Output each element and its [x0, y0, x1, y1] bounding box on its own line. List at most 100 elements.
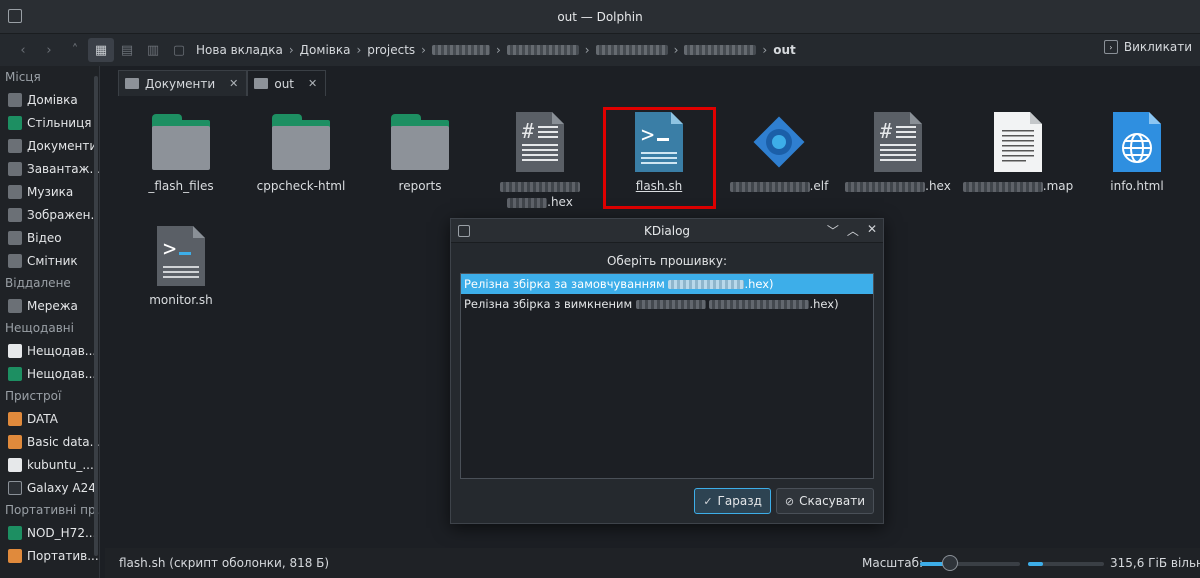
file-item[interactable]: .elf: [719, 112, 839, 194]
zoom-slider[interactable]: [920, 562, 1020, 566]
sidebar-item[interactable]: Документи: [0, 134, 99, 157]
ok-button[interactable]: ✓ Гаразд: [694, 488, 771, 514]
place-icon: [8, 115, 22, 130]
file-name: .elf: [719, 178, 839, 194]
toolbar: ‹ › ˄ ▦ ▤ ▥ ▢ Нова вкладка › Домівка › p…: [0, 34, 1200, 66]
breadcrumb-separator-icon: ›: [673, 43, 679, 57]
breadcrumb-redacted[interactable]: [595, 45, 668, 55]
file-name: .map: [958, 178, 1078, 194]
breadcrumb-separator-icon: ›: [421, 43, 426, 57]
free-space-label: 315,6 ГіБ вільно: [1110, 556, 1200, 570]
folder-icon: [152, 114, 210, 172]
file-item[interactable]: cppcheck-html: [241, 114, 361, 194]
call-button[interactable]: › Викликати: [1103, 40, 1192, 54]
sidebar-item[interactable]: Galaxy A24: [0, 476, 99, 499]
new-tab-icon[interactable]: ▢: [166, 38, 192, 62]
breadcrumb-redacted[interactable]: [431, 45, 490, 55]
sidebar-item[interactable]: Завантаж...: [0, 157, 99, 180]
breadcrumb-current[interactable]: out: [769, 43, 800, 57]
text-file-icon: [994, 112, 1042, 172]
sidebar-item[interactable]: Смітник: [0, 249, 99, 272]
breadcrumb-separator-icon: ›: [356, 43, 362, 57]
icons-view-icon[interactable]: ▦: [88, 38, 114, 62]
firmware-list[interactable]: Релізна збірка за замовчуванням .hex) Ре…: [460, 273, 874, 479]
elf-executable-icon: [753, 112, 805, 172]
dialog-prompt: Оберіть прошивку:: [606, 254, 728, 268]
sidebar-item[interactable]: Basic data...: [0, 430, 99, 453]
compact-view-icon[interactable]: ▤: [114, 38, 140, 62]
sidebar-item[interactable]: Зображен...: [0, 203, 99, 226]
sidebar-scrollbar[interactable]: [94, 76, 98, 556]
sidebar-item[interactable]: kubuntu_...: [0, 453, 99, 476]
details-view-icon[interactable]: ▥: [140, 38, 166, 62]
file-name: monitor.sh: [149, 293, 213, 307]
breadcrumb-redacted[interactable]: [684, 45, 757, 55]
file-name: info.html: [1110, 179, 1164, 193]
folder-icon: [125, 78, 139, 89]
list-item[interactable]: Релізна збірка за замовчуванням .hex): [461, 274, 873, 294]
breadcrumb-separator-icon: ›: [584, 43, 590, 57]
file-item[interactable]: # .hex: [838, 112, 958, 194]
list-item[interactable]: Релізна збірка з вимкненим .hex): [461, 294, 873, 314]
close-icon[interactable]: ✕: [308, 77, 317, 90]
call-button-label: Викликати: [1123, 40, 1192, 54]
back-arrow-icon[interactable]: ‹: [10, 38, 36, 62]
file-item[interactable]: reports: [360, 114, 480, 194]
sidebar-item-label: Домівка: [27, 92, 78, 107]
breadcrumb-separator-icon: ›: [762, 43, 768, 57]
breadcrumb-new-tab[interactable]: Нова вкладка: [192, 43, 287, 57]
up-arrow-icon[interactable]: ˄: [62, 38, 88, 62]
breadcrumb-separator-icon: ›: [495, 43, 501, 57]
sidebar-item-label: Зображен...: [27, 207, 99, 222]
hex-file-icon: #: [516, 112, 564, 172]
sidebar-item[interactable]: Відео: [0, 226, 99, 249]
sidebar-section-title: Портативні пр...: [5, 503, 100, 517]
app-menu-icon[interactable]: [8, 9, 22, 23]
place-icon: [8, 480, 22, 495]
close-icon[interactable]: ✕: [229, 77, 238, 90]
tab-documents[interactable]: Документи ✕: [118, 70, 248, 96]
sidebar-item[interactable]: Портатив...: [0, 544, 99, 567]
tab-out[interactable]: out ✕: [247, 70, 327, 96]
place-icon: [8, 298, 22, 313]
tab-label: Документи: [145, 76, 216, 91]
sidebar-section-title: Пристрої: [5, 389, 62, 403]
sidebar-item[interactable]: Домівка: [0, 88, 99, 111]
place-icon: [8, 548, 22, 563]
sidebar-item-label: Galaxy A24: [27, 480, 96, 495]
sidebar-item-label: Портатив...: [27, 548, 99, 563]
breadcrumb-separator-icon: ›: [288, 43, 294, 57]
breadcrumb-redacted[interactable]: [506, 45, 579, 55]
breadcrumb-home[interactable]: Домівка: [296, 43, 355, 57]
window-titlebar: out — Dolphin: [0, 0, 1200, 34]
terminal-icon: ›: [1103, 40, 1118, 54]
file-item[interactable]: # .hex: [480, 112, 600, 210]
shell-script-icon: >: [157, 226, 205, 286]
file-item[interactable]: info.html: [1077, 112, 1197, 194]
file-name: .hex: [838, 178, 958, 194]
checkmark-icon: ✓: [703, 494, 713, 508]
sidebar-item[interactable]: Мережа: [0, 294, 99, 317]
sidebar-item[interactable]: NOD_H72...: [0, 521, 99, 544]
sidebar-item-label: Документи: [27, 138, 98, 153]
html-globe-icon: [1113, 112, 1161, 172]
sidebar-item[interactable]: Стільниця: [0, 111, 99, 134]
file-name: _flash_files: [148, 179, 214, 193]
sidebar-item[interactable]: Нещодав...: [0, 362, 99, 385]
file-item[interactable]: .map: [958, 112, 1078, 194]
file-item[interactable]: > monitor.sh: [121, 226, 241, 308]
dialog-app-icon[interactable]: [458, 225, 470, 237]
file-item[interactable]: _flash_files: [121, 114, 241, 194]
forward-arrow-icon[interactable]: ›: [36, 38, 62, 62]
maximize-icon[interactable]: ︿: [847, 222, 859, 239]
breadcrumb-projects[interactable]: projects: [363, 43, 419, 57]
close-icon[interactable]: ✕: [867, 222, 877, 239]
cancel-button[interactable]: ⊘ Скасувати: [775, 488, 874, 514]
zoom-slider-handle[interactable]: [942, 555, 958, 571]
sidebar-item[interactable]: Нещодав...: [0, 339, 99, 362]
sidebar-item[interactable]: Музика: [0, 180, 99, 203]
svg-text:#: #: [522, 119, 534, 143]
sidebar-item[interactable]: DATA: [0, 407, 99, 430]
minimize-icon[interactable]: ﹀: [827, 222, 839, 239]
sidebar-section-title: Місця: [5, 70, 41, 84]
